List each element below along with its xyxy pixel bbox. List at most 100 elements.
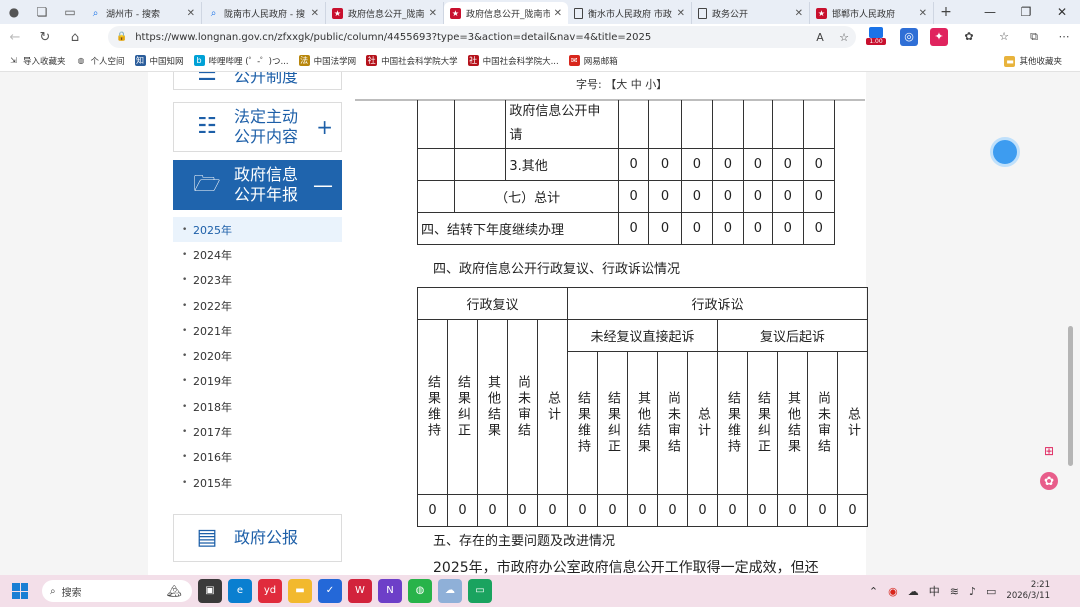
close-tab-icon[interactable]: ✕ [311,8,319,19]
ime-indicator[interactable]: 中 [929,583,940,599]
scrollbar-thumb[interactable] [1068,326,1073,466]
browser-tab[interactable]: ⌕ 陇南市人民政府 - 搜 ✕ [202,2,326,24]
floating-assistant-button[interactable] [990,137,1020,167]
sidebar-item-gazette[interactable]: ▤ 政府公报 [173,514,342,562]
row-label-line: 政府信息公开申 [509,104,601,119]
year-link[interactable]: 2017年 [173,419,342,444]
value-cell: 0 [617,180,650,213]
year-link[interactable]: 2025年 [173,217,342,243]
table-cell [416,148,456,181]
favorites-icon[interactable]: ☆ [995,28,1013,46]
browser-tab[interactable]: ★ 政府信息公开_陇南市 ✕ [444,2,568,24]
bookmark-netease-mail[interactable]: ✉ 网易邮箱 [568,55,618,67]
close-tab-icon[interactable]: ✕ [677,8,685,19]
clock[interactable]: 2:21 2026/3/11 [1006,580,1050,602]
bookmark-cass-univ-2[interactable]: 社中国社会科学院大... [467,55,559,67]
task-view-icon[interactable]: ▣ [198,579,222,603]
workspaces-icon[interactable]: ❏ [28,0,56,24]
year-link[interactable]: 2019年 [173,369,342,394]
year-link[interactable]: 2020年 [173,343,342,368]
home-button[interactable]: ⌂ [60,30,90,45]
collapse-icon[interactable]: — [313,173,333,197]
close-tab-icon[interactable]: ✕ [554,8,562,19]
value-cell [802,100,836,149]
year-link[interactable]: 2023年 [173,268,342,293]
year-link[interactable]: 2024年 [173,242,342,267]
read-aloud-icon[interactable]: A [808,31,832,44]
value-cell: 0 [712,148,744,181]
other-bookmarks[interactable]: ▬ 其他收藏夹 [1004,50,1062,72]
chevron-up-icon[interactable]: ⌃ [869,585,878,598]
maximize-button[interactable]: ❐ [1008,0,1044,24]
extensions-puzzle-icon[interactable]: ✿ [960,28,978,46]
wps-icon[interactable]: W [348,579,372,603]
battery-icon[interactable]: ▭ [986,585,996,598]
bookmark-personal-space[interactable]: ◍ 个人空间 [76,55,125,67]
sidebar-item-statutory-content[interactable]: ☷ 法定主动 公开内容 + [173,102,342,152]
favorite-star-icon[interactable]: ☆ [832,31,856,44]
close-tab-icon[interactable]: ✕ [187,8,195,19]
pet-app-icon[interactable]: ☁ [438,579,462,603]
bookmark-cnki[interactable]: 知中国知网 [134,55,184,67]
extension-icon[interactable]: ◎ [900,28,918,46]
wifi-icon[interactable]: ≋ [950,585,959,598]
refresh-button[interactable]: ↻ [30,30,60,45]
collections-icon[interactable]: ⧉ [1025,28,1043,46]
screen-app-icon[interactable]: ▭ [468,579,492,603]
value-cell: 0 [537,494,568,527]
browser-tab[interactable]: 政务公开 ✕ [692,2,810,24]
wechat-icon[interactable]: ◍ [408,579,432,603]
apps-icon[interactable]: ⊞ [1040,442,1058,460]
assistant-icon[interactable]: ✿ [1040,472,1058,490]
table-row: 政府信息公开申请 [416,100,836,149]
close-window-button[interactable]: ✕ [1044,0,1080,24]
profile-icon[interactable]: ● [0,0,28,24]
bookmark-cass-univ[interactable]: 社中国社会科学院大学 [366,55,458,67]
browser-tab[interactable]: ★ 政府信息公开_陇南 ✕ [326,2,444,24]
column-header: 尚未审结 [507,319,538,495]
browser-tab[interactable]: ★ 邯郸市人民政府 ✕ [810,2,934,24]
edge-icon[interactable]: e [228,579,252,603]
bookmark-law[interactable]: 法中国法学网 [298,55,356,67]
new-tab-button[interactable]: + [934,4,958,20]
year-link[interactable]: 2022年 [173,293,342,318]
year-link[interactable]: 2016年 [173,445,342,470]
close-tab-icon[interactable]: ✕ [429,8,437,19]
font-size-control[interactable]: 字号: 【大 中 小】 [576,76,667,92]
close-tab-icon[interactable]: ✕ [919,8,927,19]
expand-icon[interactable]: + [316,115,333,139]
back-button[interactable]: ← [0,30,30,45]
lock-icon[interactable]: 🔒 [116,32,127,42]
taskbar-search[interactable]: ⌕ 搜索 🏔 [42,580,192,602]
close-tab-icon[interactable]: ✕ [795,8,803,19]
minimize-button[interactable]: — [972,0,1008,24]
file-explorer-icon[interactable]: ▬ [288,579,312,603]
volume-icon[interactable]: ♪ [969,585,976,598]
sidebar-item-public-system[interactable]: ☰ 公开制度 [173,72,342,90]
web-page: ☰ 公开制度 ☷ 法定主动公开内容 + 🗁 政府信息公开年报 — 2025年20… [0,72,1080,575]
youdao-icon[interactable]: yd [258,579,282,603]
value-cell: 0 [617,212,650,245]
extension-icon[interactable]: ✦ [930,28,948,46]
browser-tab[interactable]: 衡水市人民政府 市政 ✕ [568,2,692,24]
url-text[interactable]: https://www.longnan.gov.cn/zfxxgk/public… [135,32,808,43]
extension-badge-icon[interactable]: 1.00 [866,26,886,46]
onedrive-icon[interactable]: ☁ [908,585,919,598]
year-link[interactable]: 2015年 [173,470,342,495]
windows-start-icon[interactable] [12,583,28,599]
year-link[interactable]: 2021年 [173,318,342,343]
tab-actions-icon[interactable]: ▭ [56,0,84,24]
browser-tab[interactable]: ⌕ 湖州市 - 搜索 ✕ [84,2,202,24]
address-bar[interactable]: 🔒 https://www.longnan.gov.cn/zfxxgk/publ… [108,26,856,48]
value-cell: 0 [648,148,682,181]
sidebar-item-annual-report[interactable]: 🗁 政府信息 公开年报 — [173,160,342,210]
value-cell: 0 [417,494,448,527]
bilibili-icon: b [193,55,205,66]
bookmark-import[interactable]: ⇲ 导入收藏夹 [8,55,65,67]
year-link[interactable]: 2018年 [173,394,342,419]
onenote-icon[interactable]: N [378,579,402,603]
todo-icon[interactable]: ✓ [318,579,342,603]
bookmark-bilibili[interactable]: b 哔哩哔哩 (゜-゜)つ... [193,55,289,67]
tray-app-icon[interactable]: ◉ [888,585,898,598]
more-menu-icon[interactable]: ⋯ [1055,28,1073,46]
